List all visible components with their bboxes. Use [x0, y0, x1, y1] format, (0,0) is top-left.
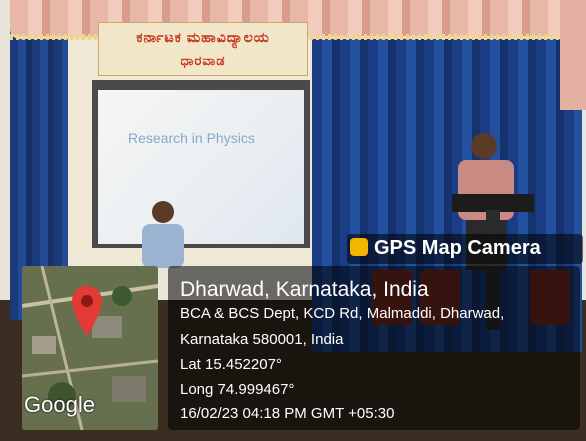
college-banner: ಕರ್ನಾಟಕ ಮಹಾವಿದ್ಯಾಲಯ ಧಾರವಾಡ: [98, 22, 308, 76]
gps-app-name: GPS Map Camera: [374, 237, 541, 259]
address-line-1: BCA & BCS Dept, KCD Rd, Malmaddi, Dharwa…: [180, 305, 505, 322]
google-logo: Google: [24, 392, 95, 417]
slide-title: Research in Physics: [128, 130, 255, 146]
banner-line-2: ಧಾರವಾಡ: [180, 53, 226, 68]
camera-pin-icon: [350, 238, 368, 256]
timestamp: 16/02/23 04:18 PM GMT +05:30: [180, 405, 395, 422]
location-pin-icon: [72, 286, 102, 336]
location-name: Dharwad, Karnataka, India: [180, 278, 429, 301]
longitude: Long 74.999467°: [180, 381, 295, 398]
seated-person: [142, 201, 184, 268]
latitude: Lat 15.452207°: [180, 356, 282, 373]
address-line-2: Karnataka 580001, India: [180, 331, 344, 348]
projector-screen: [98, 90, 304, 244]
banner-line-1: ಕರ್ನಾಟಕ ಮಹಾವಿದ್ಯಾಲಯ: [136, 29, 270, 45]
event-photo: ಕರ್ನಾಟಕ ಮಹಾವಿದ್ಯಾಲಯ ಧಾರವಾಡ Research in P…: [0, 0, 586, 441]
right-drape: [560, 0, 586, 110]
